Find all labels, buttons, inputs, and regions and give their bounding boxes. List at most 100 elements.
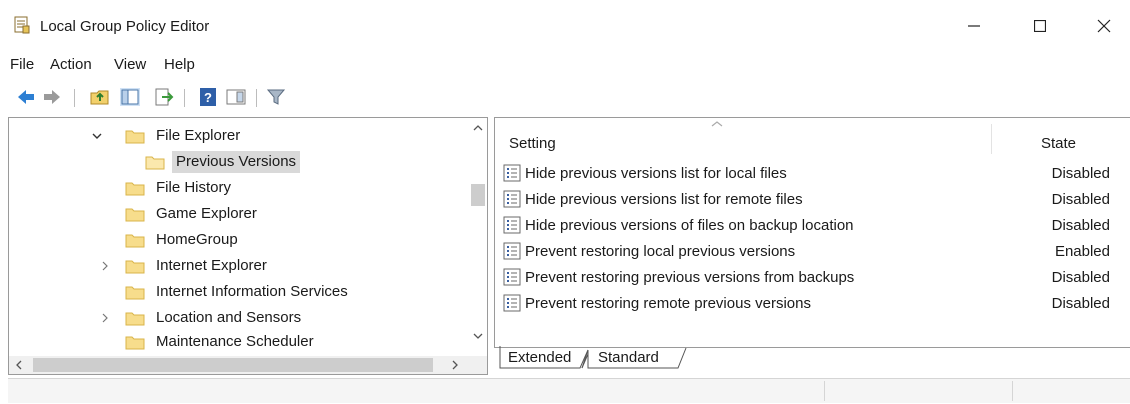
scroll-down-arrow-icon[interactable] [473,332,483,340]
tree-item-label: HomeGroup [156,231,238,248]
setting-row[interactable]: Hide previous versions list for remote f… [503,186,1123,212]
setting-state: Disabled [1051,268,1110,286]
setting-state: Enabled [1054,242,1110,260]
setting-row[interactable]: Hide previous versions of files on backu… [503,212,1123,238]
tab-standard[interactable]: Standard [598,349,659,366]
policy-setting-icon [503,216,521,234]
folder-icon [125,206,145,222]
toolbar-separator [184,89,185,107]
window-title: Local Group Policy Editor [40,18,210,35]
scroll-up-arrow-icon[interactable] [473,124,483,132]
sort-caret-icon [711,121,723,127]
status-bar [8,378,1130,403]
group-policy-app-icon [14,16,30,34]
setting-name: Prevent restoring remote previous versio… [525,294,811,312]
tree-item-maintenance-scheduler[interactable]: Maintenance Scheduler [125,330,318,354]
policy-setting-icon [503,164,521,182]
minimize-button[interactable] [952,8,996,44]
folder-icon [125,232,145,248]
tree-item-internet-explorer[interactable]: Internet Explorer [102,254,271,278]
close-button[interactable] [1082,8,1126,44]
setting-name: Hide previous versions list for remote f… [525,190,803,208]
setting-name: Hide previous versions list for local fi… [525,164,787,182]
column-divider[interactable] [991,124,992,154]
chevron-right-icon[interactable] [99,312,111,324]
tree-item-homegroup[interactable]: HomeGroup [125,228,242,252]
maximize-icon [1034,20,1046,32]
tree-vertical-scroll-thumb[interactable] [471,184,485,206]
tree-vertical-scrollbar[interactable] [469,118,487,354]
back-arrow-icon[interactable] [16,88,36,106]
status-separator [824,381,825,401]
toolbar: ? [0,82,1130,112]
folder-open-icon [145,154,165,170]
policy-setting-icon [503,294,521,312]
folder-icon [125,258,145,274]
tree-item-file-history[interactable]: File History [125,176,235,200]
list-column-header: Setting State [495,118,1130,154]
folder-icon [125,310,145,326]
setting-row[interactable]: Prevent restoring local previous version… [503,238,1123,264]
column-header-setting[interactable]: Setting [509,135,556,152]
setting-name: Hide previous versions of files on backu… [525,216,854,234]
tree-item-label: Location and Sensors [156,309,302,326]
tree-item-game-explorer[interactable]: Game Explorer [125,202,261,226]
tree-item-file-explorer[interactable]: File Explorer [92,124,244,148]
chevron-down-icon[interactable] [91,130,103,142]
filter-icon[interactable] [266,88,286,106]
folder-icon [125,334,145,350]
folder-icon [125,284,145,300]
menu-bar: File Action View Help [0,52,1130,79]
setting-state: Disabled [1051,294,1110,312]
close-icon [1097,19,1111,33]
menu-action[interactable]: Action [50,56,92,73]
toolbar-separator [256,89,257,107]
tree-item-label: Internet Explorer [156,257,267,274]
setting-state: Disabled [1051,216,1110,234]
maximize-button[interactable] [1018,8,1062,44]
title-bar: Local Group Policy Editor [0,0,1130,52]
up-folder-icon[interactable] [90,88,110,106]
tree-item-label: File Explorer [156,127,241,144]
toolbar-separator [74,89,75,107]
show-hide-tree-icon[interactable] [120,88,140,106]
svg-text:?: ? [204,90,212,105]
policy-setting-icon [503,268,521,286]
chevron-right-icon[interactable] [99,260,111,272]
tree-item-label: Maintenance Scheduler [156,333,314,350]
column-header-state[interactable]: State [1041,135,1076,152]
setting-row[interactable]: Hide previous versions list for local fi… [503,160,1123,186]
export-list-icon[interactable] [154,88,174,106]
policy-setting-icon [503,190,521,208]
tree-item-label: Previous Versions [172,151,301,173]
tree-horizontal-scrollbar[interactable] [9,356,487,374]
scroll-left-arrow-icon[interactable] [15,360,23,370]
tree-item-label: File History [156,179,232,196]
setting-row[interactable]: Prevent restoring previous versions from… [503,264,1123,290]
tree-pane[interactable]: File Explorer Previous Versions File His… [8,117,488,375]
policy-setting-icon [503,242,521,260]
minimize-icon [968,25,980,27]
help-icon[interactable]: ? [198,88,218,106]
forward-arrow-icon[interactable] [42,88,62,106]
setting-name: Prevent restoring local previous version… [525,242,796,260]
setting-state: Disabled [1051,190,1110,208]
tree-item-previous-versions[interactable]: Previous Versions [145,150,301,174]
menu-file[interactable]: File [10,56,34,73]
properties-pane-icon[interactable] [226,88,246,106]
menu-view[interactable]: View [114,56,146,73]
settings-list-pane: Setting State Hide previous versions lis… [494,117,1130,348]
menu-help[interactable]: Help [164,56,195,73]
setting-state: Disabled [1051,164,1110,182]
setting-name: Prevent restoring previous versions from… [525,268,855,286]
tree-item-label: Game Explorer [156,205,257,222]
tree-item-internet-information-services[interactable]: Internet Information Services [125,280,352,304]
tree-horizontal-scroll-thumb[interactable] [33,358,433,372]
tab-extended[interactable]: Extended [508,349,571,366]
folder-icon [125,180,145,196]
scroll-right-arrow-icon[interactable] [451,360,459,370]
setting-row[interactable]: Prevent restoring remote previous versio… [503,290,1123,316]
tree-item-location-and-sensors[interactable]: Location and Sensors [102,306,305,330]
folder-icon [125,128,145,144]
scrollbar-corner [469,356,487,374]
